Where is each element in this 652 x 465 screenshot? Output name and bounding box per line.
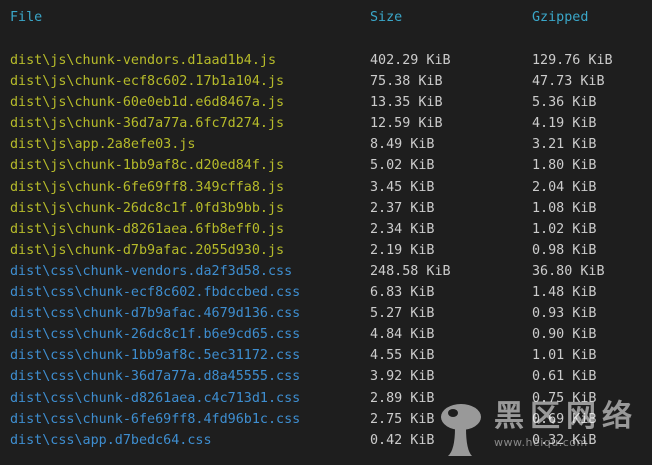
- gzipped-size: 1.02 KiB: [532, 221, 597, 237]
- file-path: dist\js\chunk-60e0eb1d.e6d8467a.js: [10, 95, 285, 111]
- file-path: dist\css\chunk-vendors.da2f3d58.css: [10, 263, 293, 279]
- gzipped-size: 0.61 KiB: [532, 369, 597, 385]
- gzipped-size: 0.90 KiB: [532, 327, 597, 343]
- gzipped-size: 1.08 KiB: [532, 200, 597, 216]
- gzipped-size: 2.04 KiB: [532, 179, 597, 195]
- table-row: dist\js\chunk-ecf8c602.17b1a104.js 75.38 …: [0, 71, 652, 92]
- gzipped-size: 47.73 KiB: [532, 74, 605, 90]
- file-size: 13.35 KiB: [370, 95, 443, 111]
- file-path: dist\js\chunk-d7b9afac.2055d930.js: [10, 242, 285, 258]
- file-size: 402.29 KiB: [370, 53, 451, 68]
- gzipped-size: 1.48 KiB: [532, 285, 597, 301]
- file-size: 5.27 KiB: [370, 306, 435, 322]
- file-size: 5.02 KiB: [370, 158, 435, 174]
- table-row: dist\js\chunk-60e0eb1d.e6d8467a.js 13.35 …: [0, 92, 652, 113]
- file-size: 12.59 KiB: [370, 116, 443, 132]
- file-size: 2.75 KiB: [370, 411, 435, 427]
- file-size: 8.49 KiB: [370, 137, 435, 153]
- file-path: dist\css\chunk-6fe69ff8.4fd96b1c.css: [10, 411, 301, 427]
- table-row: dist\css\chunk-ecf8c602.fbdccbed.css 6.83…: [0, 282, 652, 303]
- file-path: dist\js\chunk-ecf8c602.17b1a104.js: [10, 74, 285, 90]
- file-path: dist\js\app.2a8efe03.js: [10, 137, 196, 153]
- gzipped-size: 1.80 KiB: [532, 158, 597, 174]
- gzipped-size: 36.80 KiB: [532, 263, 605, 279]
- file-column-header: File: [10, 10, 43, 25]
- table-row: dist\js\chunk-vendors.d1aad1b4.js 402.29 …: [0, 50, 652, 71]
- terminal-output: File Size Gzipped dist\js\chunk-vendors.…: [0, 0, 652, 465]
- gzipped-size: 1.01 KiB: [532, 348, 597, 364]
- gzipped-column-header: Gzipped: [532, 10, 589, 25]
- table-row: dist\css\chunk-vendors.da2f3d58.css 248.5…: [0, 261, 652, 282]
- gzipped-size: 0.93 KiB: [532, 306, 597, 322]
- file-path: dist\js\chunk-d8261aea.6fb8eff0.js: [10, 221, 285, 237]
- file-path: dist\js\chunk-6fe69ff8.349cffa8.js: [10, 179, 285, 195]
- table-row: dist\css\chunk-36d7a77a.d8a45555.css 3.92…: [0, 366, 652, 387]
- file-path: dist\js\chunk-36d7a77a.6fc7d274.js: [10, 116, 285, 132]
- table-row: dist\js\chunk-36d7a77a.6fc7d274.js 12.59 …: [0, 113, 652, 134]
- file-size: 0.42 KiB: [370, 432, 435, 448]
- watermark-url: www.heiqu.com: [494, 436, 588, 449]
- file-path: dist\css\chunk-36d7a77a.d8a45555.css: [10, 369, 301, 385]
- file-size: 3.45 KiB: [370, 179, 435, 195]
- gzipped-size: 3.21 KiB: [532, 137, 597, 153]
- file-path: dist\css\chunk-ecf8c602.fbdccbed.css: [10, 285, 301, 301]
- table-row: dist\js\app.2a8efe03.js 8.49 KiB 3.21 KiB: [0, 134, 652, 155]
- table-row: dist\js\chunk-1bb9af8c.d20ed84f.js 5.02 K…: [0, 155, 652, 176]
- file-size: 75.38 KiB: [370, 74, 443, 90]
- table-row: dist\css\chunk-d7b9afac.4679d136.css 5.27…: [0, 303, 652, 324]
- table-row: dist\js\chunk-d7b9afac.2055d930.js 2.19 K…: [0, 240, 652, 261]
- file-size: 4.84 KiB: [370, 327, 435, 343]
- file-path: dist\css\chunk-d7b9afac.4679d136.css: [10, 306, 301, 322]
- file-path: dist\js\chunk-vendors.d1aad1b4.js: [10, 53, 277, 68]
- file-path: dist\js\chunk-26dc8c1f.0fd3b9bb.js: [10, 200, 285, 216]
- table-row: dist\js\chunk-26dc8c1f.0fd3b9bb.js 2.37 K…: [0, 198, 652, 219]
- table-header: File Size Gzipped: [0, 8, 652, 28]
- file-size: 248.58 KiB: [370, 263, 451, 279]
- file-size: 2.34 KiB: [370, 221, 435, 237]
- table-row: dist\css\chunk-1bb9af8c.5ec31172.css 4.55…: [0, 345, 652, 366]
- size-column-header: Size: [370, 10, 403, 25]
- file-list: dist\js\chunk-vendors.d1aad1b4.js 402.29 …: [0, 50, 652, 451]
- file-path: dist\js\chunk-1bb9af8c.d20ed84f.js: [10, 158, 285, 174]
- watermark-text: 黑区网络: [494, 399, 638, 434]
- file-size: 2.19 KiB: [370, 242, 435, 258]
- file-size: 6.83 KiB: [370, 285, 435, 301]
- file-size: 2.89 KiB: [370, 390, 435, 406]
- file-size: 4.55 KiB: [370, 348, 435, 364]
- file-path: dist\css\chunk-1bb9af8c.5ec31172.css: [10, 348, 301, 364]
- file-size: 2.37 KiB: [370, 200, 435, 216]
- mushroom-logo-icon: [441, 404, 481, 456]
- file-path: dist\css\chunk-d8261aea.c4c713d1.css: [10, 390, 301, 406]
- gzipped-size: 0.98 KiB: [532, 242, 597, 258]
- file-path: dist\css\chunk-26dc8c1f.b6e9cd65.css: [10, 327, 301, 343]
- table-row: dist\js\chunk-6fe69ff8.349cffa8.js 3.45 K…: [0, 177, 652, 198]
- watermark: 黑区网络 www.heiqu.com: [432, 398, 652, 462]
- gzipped-size: 5.36 KiB: [532, 95, 597, 111]
- table-row: dist\js\chunk-d8261aea.6fb8eff0.js 2.34 K…: [0, 219, 652, 240]
- file-path: dist\css\app.d7bedc64.css: [10, 432, 212, 448]
- gzipped-size: 129.76 KiB: [532, 53, 613, 68]
- gzipped-size: 4.19 KiB: [532, 116, 597, 132]
- file-size: 3.92 KiB: [370, 369, 435, 385]
- table-row: dist\css\chunk-26dc8c1f.b6e9cd65.css 4.84…: [0, 324, 652, 345]
